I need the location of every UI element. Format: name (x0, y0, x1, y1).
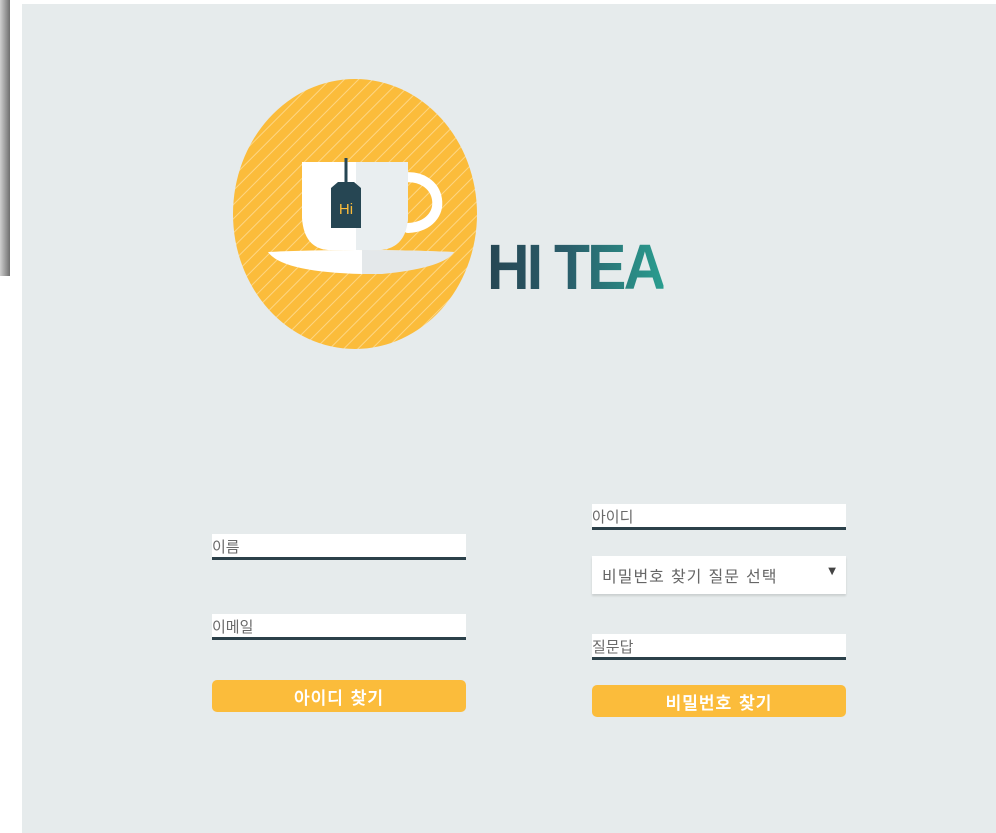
id-input[interactable] (592, 504, 846, 530)
email-input[interactable] (212, 614, 466, 640)
hi-tea-logo: Hi (232, 78, 712, 358)
name-input[interactable] (212, 534, 466, 560)
answer-input[interactable] (592, 634, 846, 660)
brand-name: HI TEA (487, 231, 666, 303)
page: Hi HI TEA 아이디 찾기 비밀번호 찾기 질문 선택 ▼ 비밀번호 찾기 (0, 0, 996, 833)
password-question-select-value: 비밀번호 찾기 질문 선택 (602, 567, 778, 586)
logo-tag-text: Hi (339, 201, 353, 218)
main-panel: Hi HI TEA 아이디 찾기 비밀번호 찾기 질문 선택 ▼ 비밀번호 찾기 (22, 4, 996, 833)
find-id-button[interactable]: 아이디 찾기 (212, 680, 466, 712)
find-password-button[interactable]: 비밀번호 찾기 (592, 685, 846, 717)
left-edge-shadow (0, 0, 10, 276)
left-edge (0, 0, 22, 833)
dropdown-arrow-icon: ▼ (828, 565, 836, 577)
password-question-select[interactable]: 비밀번호 찾기 질문 선택 ▼ (592, 556, 846, 594)
tea-cup-logo-icon: Hi (233, 79, 477, 349)
